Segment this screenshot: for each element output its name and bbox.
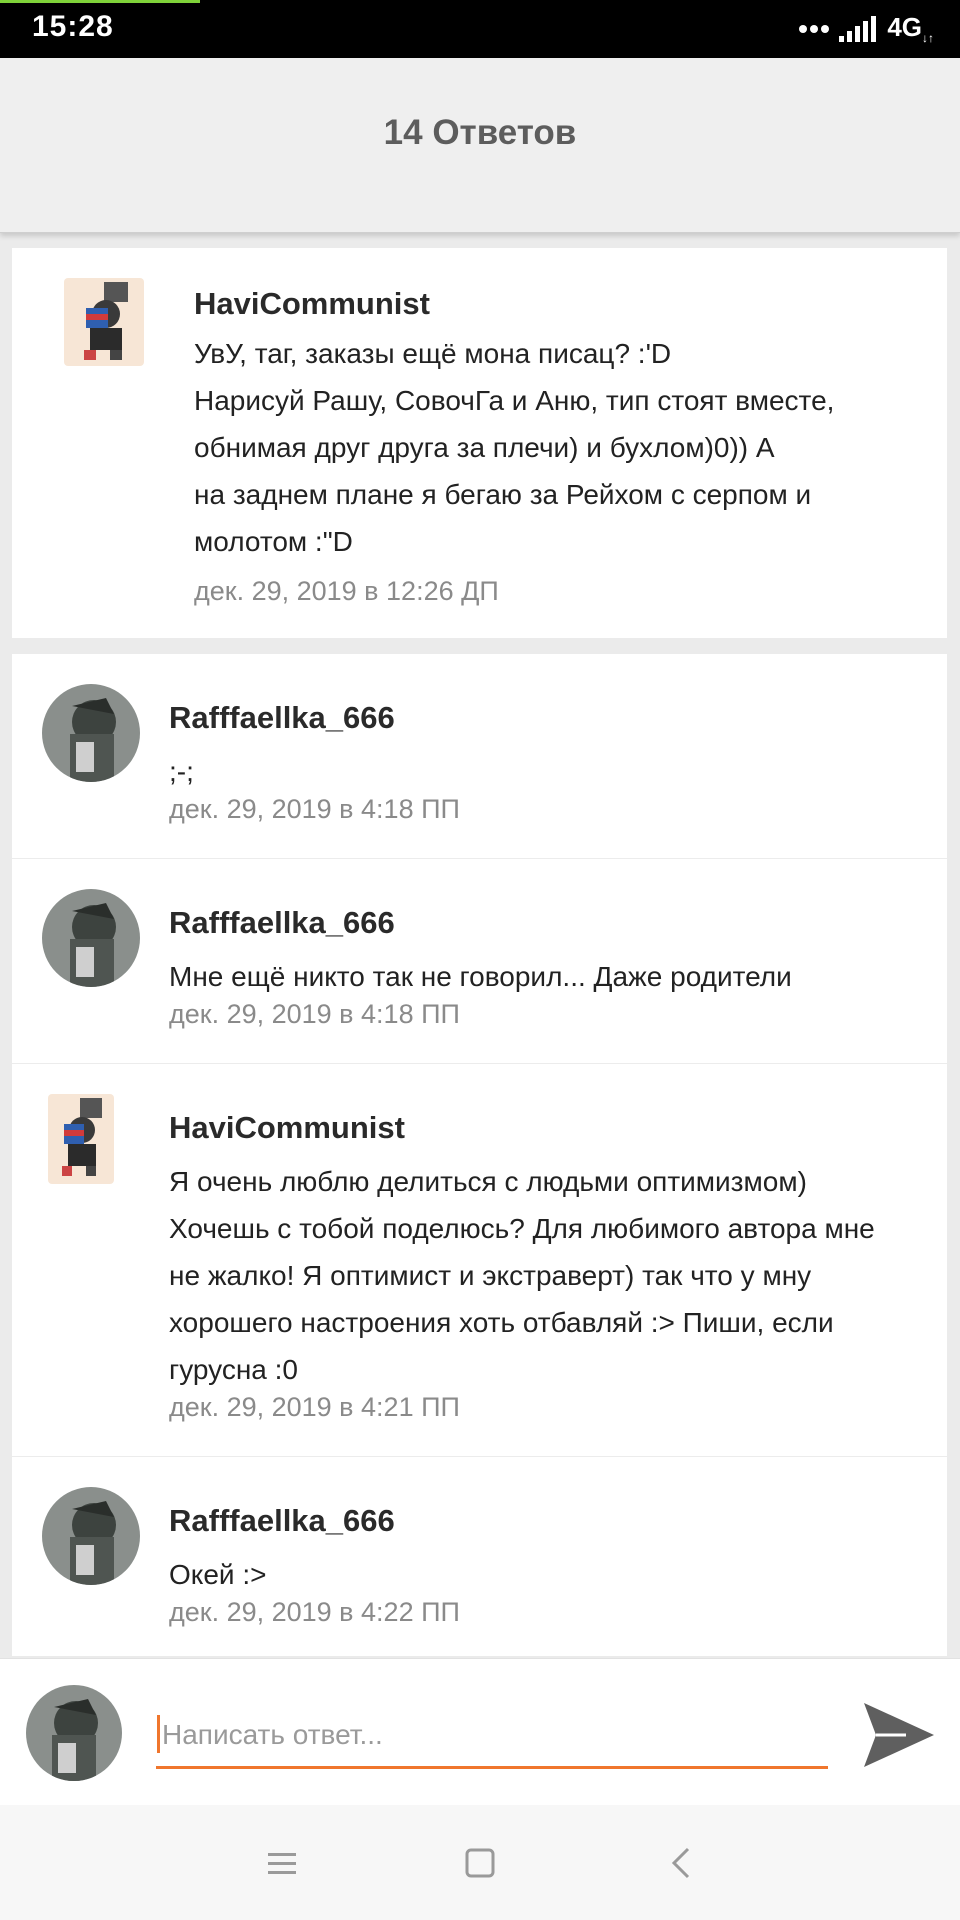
- reply-text: Я очень люблю делиться с людьми оптимизм…: [169, 1166, 875, 1385]
- author-avatar[interactable]: [64, 278, 144, 366]
- network-type: 4G↓↑: [887, 12, 934, 46]
- current-user-avatar: [26, 1685, 122, 1781]
- reply-timestamp: дек. 29, 2019 в 4:18 ПП: [169, 794, 460, 824]
- back-icon[interactable]: [662, 1843, 702, 1883]
- more-dots-icon: [799, 24, 830, 33]
- author-name[interactable]: Rafffaellka_666: [169, 905, 395, 941]
- reply-timestamp: дек. 29, 2019 в 4:18 ПП: [169, 999, 460, 1029]
- page-title: 14 Ответов: [383, 113, 577, 152]
- reply-text: Окей :>: [169, 1559, 267, 1590]
- post-timestamp: дек. 29, 2019 в 12:26 ДП: [194, 576, 499, 606]
- square-icon[interactable]: [460, 1843, 500, 1883]
- status-indicators: 4G↓↑: [799, 12, 934, 45]
- signal-icon: [839, 15, 877, 42]
- reply-text: Мне ещё никто так не говорил... Даже род…: [169, 961, 792, 992]
- author-name[interactable]: Rafffaellka_666: [169, 700, 395, 736]
- author-avatar[interactable]: [42, 1487, 140, 1585]
- original-post: HaviCommunist УвУ, таг, заказы ещё мона …: [12, 248, 947, 638]
- text-caret: [157, 1715, 160, 1753]
- status-time: 15:28: [32, 10, 114, 43]
- author-name[interactable]: Rafffaellka_666: [169, 1503, 395, 1539]
- reply-list: Rafffaellka_666 ;-; дек. 29, 2019 в 4:18…: [12, 654, 947, 1656]
- reply-composer: [0, 1658, 960, 1805]
- author-avatar[interactable]: [48, 1094, 114, 1184]
- system-nav-bar: [0, 1805, 960, 1920]
- reply-item: HaviCommunist Я очень люблю делиться с л…: [12, 1064, 947, 1457]
- menu-icon[interactable]: [262, 1843, 302, 1883]
- app-header: 14 Ответов: [0, 58, 960, 233]
- reply-item: Rafffaellka_666 ;-; дек. 29, 2019 в 4:18…: [12, 654, 947, 859]
- reply-item: Rafffaellka_666 Окей :> дек. 29, 2019 в …: [12, 1457, 947, 1656]
- send-icon[interactable]: [862, 1699, 936, 1771]
- author-avatar[interactable]: [42, 889, 140, 987]
- author-avatar[interactable]: [42, 684, 140, 782]
- author-name[interactable]: HaviCommunist: [194, 286, 430, 322]
- loading-progress: [0, 0, 200, 3]
- reply-text: ;-;: [169, 756, 194, 787]
- reply-input[interactable]: [156, 1703, 828, 1769]
- reply-item: Rafffaellka_666 Мне ещё никто так не гов…: [12, 859, 947, 1064]
- reply-timestamp: дек. 29, 2019 в 4:22 ПП: [169, 1597, 460, 1627]
- status-bar: 15:28 4G↓↑: [0, 0, 960, 58]
- reply-timestamp: дек. 29, 2019 в 4:21 ПП: [169, 1392, 460, 1422]
- post-text: УвУ, таг, заказы ещё мона писац? :'D Нар…: [194, 338, 835, 557]
- author-name[interactable]: HaviCommunist: [169, 1110, 405, 1146]
